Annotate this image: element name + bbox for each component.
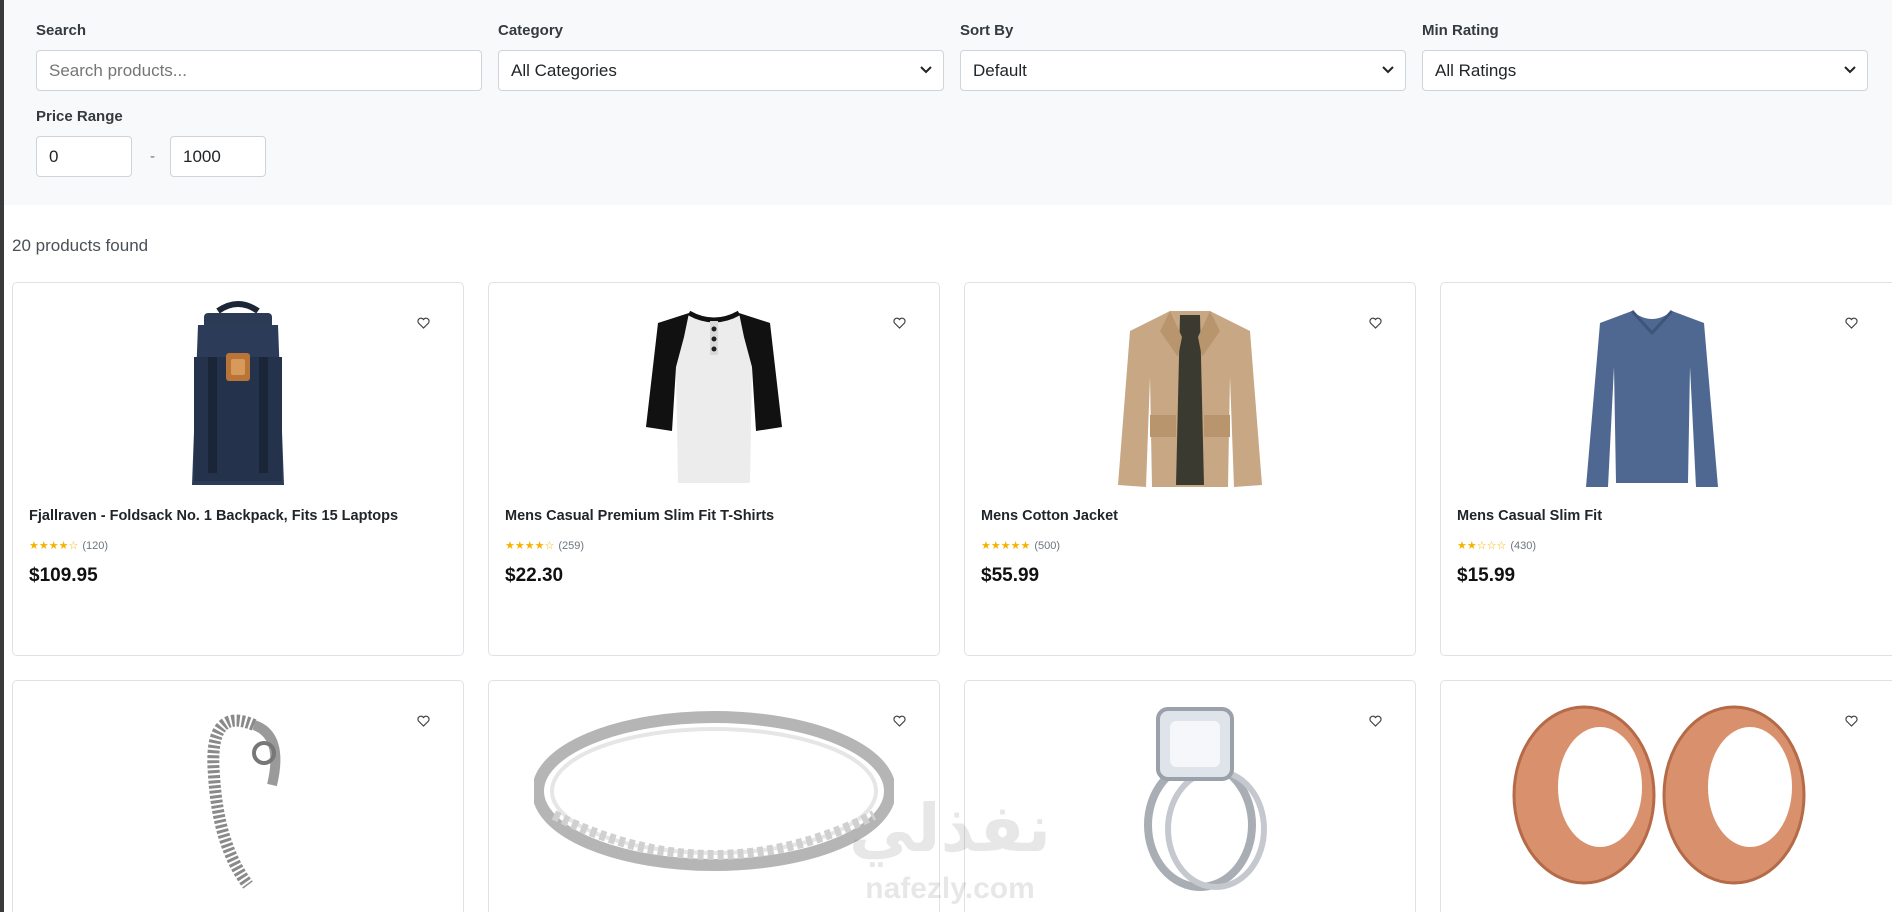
chevron-down-icon: [920, 66, 932, 74]
price-range-separator: -: [150, 148, 155, 165]
category-select[interactable]: All Categories: [498, 50, 944, 91]
product-card[interactable]: Mens Casual Slim Fit ★★☆☆☆ (430) $15.99: [1440, 282, 1892, 656]
product-card[interactable]: Fjallraven - Foldsack No. 1 Backpack, Fi…: [12, 282, 464, 656]
product-card[interactable]: [12, 680, 464, 912]
heart-outline-icon[interactable]: [1845, 317, 1858, 329]
product-title[interactable]: Mens Casual Slim Fit: [1457, 508, 1602, 524]
product-rating: ★★★★☆ (259): [505, 539, 584, 553]
rating-selected: All Ratings: [1435, 60, 1517, 80]
price-min-value: 0: [49, 146, 59, 166]
category-label: Category: [498, 22, 564, 39]
product-price: $22.30: [505, 565, 564, 586]
tunnel-plugs-image: [1512, 705, 1806, 885]
review-count: (120): [82, 539, 108, 552]
price-max-value: 1000: [183, 146, 221, 166]
category-selected: All Categories: [511, 60, 617, 80]
product-rating: ★★☆☆☆ (430): [1457, 539, 1536, 553]
rating-stars: ★★☆☆☆: [1457, 540, 1507, 552]
price-max-input[interactable]: 1000: [170, 136, 266, 177]
price-min-input[interactable]: 0: [36, 136, 132, 177]
price-range-label: Price Range: [36, 108, 123, 125]
product-rating: ★★★★☆ (120): [29, 539, 108, 553]
jacket-image: [1118, 311, 1262, 487]
sort-selected: Default: [973, 60, 1027, 80]
product-card[interactable]: [488, 680, 940, 912]
results-count: 20 products found: [12, 236, 149, 255]
product-rating: ★★★★★ (500): [981, 539, 1060, 553]
review-count: (430): [1510, 539, 1536, 552]
diamond-ring-image: [1144, 707, 1267, 891]
heart-outline-icon[interactable]: [1845, 715, 1858, 727]
sort-select[interactable]: Default: [960, 50, 1406, 91]
rating-stars: ★★★★☆: [29, 540, 79, 552]
chevron-down-icon: [1382, 66, 1394, 74]
product-card[interactable]: Mens Casual Premium Slim Fit T-Shirts ★★…: [488, 282, 940, 656]
heart-outline-icon[interactable]: [893, 317, 906, 329]
sort-label: Sort By: [960, 22, 1014, 39]
product-card[interactable]: [1440, 680, 1892, 912]
product-title[interactable]: Mens Casual Premium Slim Fit T-Shirts: [505, 508, 774, 524]
review-count: (259): [558, 539, 584, 552]
product-price: $55.99: [981, 565, 1040, 586]
rating-label: Min Rating: [1422, 22, 1499, 39]
product-card[interactable]: Mens Cotton Jacket ★★★★★ (500) $55.99: [964, 282, 1416, 656]
review-count: (500): [1034, 539, 1060, 552]
henley-shirt-image: [646, 310, 782, 483]
product-title[interactable]: Fjallraven - Foldsack No. 1 Backpack, Fi…: [29, 508, 398, 524]
product-card[interactable]: [964, 680, 1416, 912]
long-sleeve-shirt-image: [1585, 309, 1718, 487]
bracelet-image: [207, 714, 281, 889]
rating-stars: ★★★★☆: [505, 540, 555, 552]
rating-select[interactable]: All Ratings: [1422, 50, 1868, 91]
search-input[interactable]: [36, 50, 482, 91]
chevron-down-icon: [1844, 66, 1856, 74]
heart-outline-icon[interactable]: [1369, 715, 1382, 727]
product-price: $109.95: [29, 565, 98, 586]
search-label: Search: [36, 22, 87, 39]
filters-panel: Search Category All Categories Sort By D…: [4, 0, 1892, 205]
silver-ring-image: [534, 711, 894, 871]
product-price: $15.99: [1457, 565, 1516, 586]
rating-stars: ★★★★★: [981, 540, 1031, 552]
heart-outline-icon[interactable]: [417, 317, 430, 329]
heart-outline-icon[interactable]: [893, 715, 906, 727]
backpack-image: [192, 301, 284, 485]
heart-outline-icon[interactable]: [1369, 317, 1382, 329]
heart-outline-icon[interactable]: [417, 715, 430, 727]
product-title[interactable]: Mens Cotton Jacket: [981, 508, 1118, 524]
